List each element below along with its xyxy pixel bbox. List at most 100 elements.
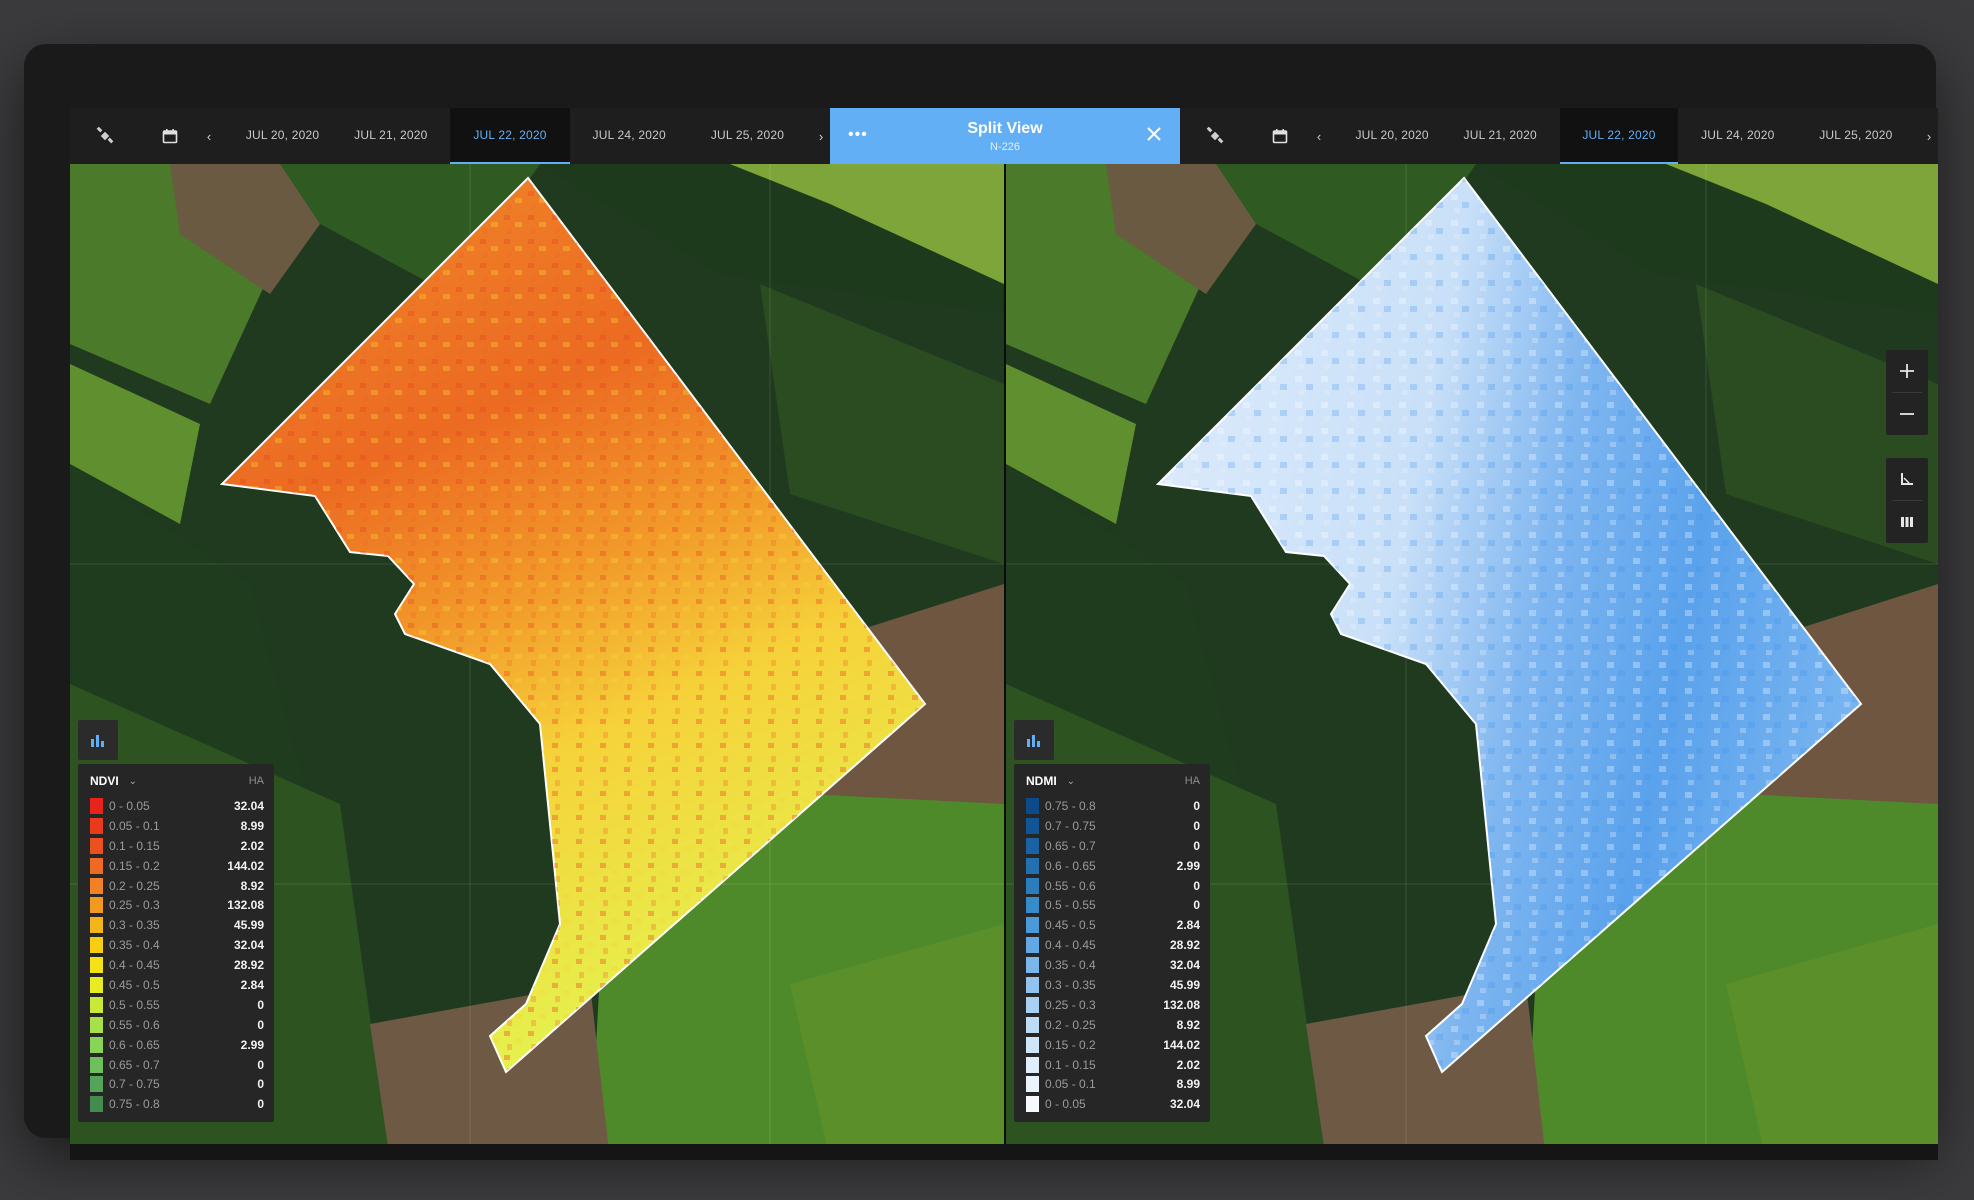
legend-area-value: 2.99 xyxy=(240,1037,264,1052)
plus-icon[interactable] xyxy=(1886,350,1928,392)
date-tab[interactable]: JUL 24, 2020 xyxy=(1678,108,1797,164)
legend-swatch xyxy=(1026,1056,1039,1073)
legend-swatch xyxy=(1026,857,1039,874)
legend-toggle-button[interactable] xyxy=(1014,720,1054,760)
legend-range: 0.6 - 0.65 xyxy=(109,1037,160,1052)
ndvi-legend: NDVI ⌄ HA 0 - 0.05 32.04 0.05 - 0.1 8.99 0.1… xyxy=(78,764,274,1123)
date-tab[interactable]: JUL 25, 2020 xyxy=(689,108,830,164)
legend-row: 0.4 - 0.45 28.92 xyxy=(1026,935,1200,955)
legend-area-value: 8.99 xyxy=(1176,1077,1200,1092)
date-tab[interactable]: JUL 21, 2020 xyxy=(331,108,450,164)
close-icon[interactable] xyxy=(1144,124,1164,144)
legend-range: 0.55 - 0.6 xyxy=(1045,878,1096,893)
unit-label: HA xyxy=(248,775,264,787)
legend-area-value: 32.04 xyxy=(1169,1097,1200,1112)
legend-row: 0.5 - 0.55 0 xyxy=(1026,895,1200,915)
legend-area-value: 0 xyxy=(1193,878,1200,893)
legend-range: 0.15 - 0.2 xyxy=(109,858,160,873)
legend-swatch xyxy=(1026,877,1039,894)
legend-row: 0.35 - 0.4 32.04 xyxy=(1026,955,1200,975)
calendar-icon[interactable] xyxy=(140,108,200,164)
ruler-icon[interactable] xyxy=(1886,458,1928,500)
legend-row: 0.75 - 0.8 0 xyxy=(90,1094,264,1114)
legend-swatch xyxy=(1026,837,1039,854)
legend-area-value: 2.02 xyxy=(1176,1057,1200,1072)
legend-area-value: 2.84 xyxy=(240,977,264,992)
legend-row: 0.15 - 0.2 144.02 xyxy=(1026,1035,1200,1055)
legend-area-value: 45.99 xyxy=(233,918,264,933)
legend-row: 0.4 - 0.45 28.92 xyxy=(90,955,264,975)
zoom-controls xyxy=(1886,350,1928,435)
legend-swatch xyxy=(90,1056,103,1073)
split-view-title: Split View xyxy=(967,120,1043,137)
legend-range: 0.5 - 0.55 xyxy=(109,997,160,1012)
legend-row: 0.3 - 0.35 45.99 xyxy=(1026,975,1200,995)
legend-rows: 0.75 - 0.8 0 0.7 - 0.75 0 0.65 - 0.7 0 0.6 - 0… xyxy=(1026,796,1200,1114)
date-tabs: JUL 20, 2020 JUL 21, 2020 JUL 22, 2020 J… xyxy=(1310,108,1938,164)
legend-area-value: 132.08 xyxy=(227,898,264,913)
legend-area-value: 0 xyxy=(257,997,264,1012)
index-selector[interactable]: NDVI ⌄ xyxy=(90,774,137,788)
chevron-down-icon: ⌄ xyxy=(128,775,138,787)
legend-row: 0.45 - 0.5 2.84 xyxy=(1026,915,1200,935)
legend-swatch xyxy=(90,1076,103,1093)
legend-area-value: 144.02 xyxy=(227,858,264,873)
legend-range: 0.2 - 0.25 xyxy=(109,878,160,893)
unit-label: HA xyxy=(1184,775,1200,787)
legend-toggle-button[interactable] xyxy=(78,720,118,760)
chevron-right-icon[interactable]: › xyxy=(1920,108,1938,164)
legend-swatch xyxy=(1026,817,1039,834)
legend-swatch xyxy=(90,957,103,974)
calendar-icon[interactable] xyxy=(1250,108,1310,164)
legend-row: 0.05 - 0.1 8.99 xyxy=(1026,1074,1200,1094)
legend-swatch xyxy=(1026,797,1039,814)
legend-row: 0.6 - 0.65 2.99 xyxy=(1026,856,1200,876)
legend-swatch xyxy=(90,877,103,894)
legend-area-value: 32.04 xyxy=(233,938,264,953)
app-screen: JUL 20, 2020 JUL 21, 2020 JUL 22, 2020 J… xyxy=(70,108,1938,1160)
legend-range: 0 - 0.05 xyxy=(1045,1097,1086,1112)
date-tab[interactable]: JUL 25, 2020 xyxy=(1797,108,1938,164)
legend-area-value: 0 xyxy=(1193,798,1200,813)
date-tab-active[interactable]: JUL 22, 2020 xyxy=(450,108,570,164)
legend-range: 0.75 - 0.8 xyxy=(109,1097,160,1112)
tool-controls xyxy=(1886,458,1928,543)
chevron-left-icon[interactable]: ‹ xyxy=(1310,108,1328,164)
ndvi-map-pane[interactable]: NDVI ⌄ HA 0 - 0.05 32.04 0.05 - 0.1 8.99 0.1… xyxy=(70,164,1004,1160)
legend-rows: 0 - 0.05 32.04 0.05 - 0.1 8.99 0.1 - 0.15 2.0… xyxy=(90,796,264,1114)
legend-range: 0.4 - 0.45 xyxy=(1045,938,1096,953)
legend-row: 0.35 - 0.4 32.04 xyxy=(90,935,264,955)
legend-range: 0.2 - 0.25 xyxy=(1045,1017,1096,1032)
legend-row: 0.1 - 0.15 2.02 xyxy=(1026,1055,1200,1075)
index-name: NDVI xyxy=(90,774,119,788)
date-tab[interactable]: JUL 20, 2020 xyxy=(200,108,331,164)
legend-range: 0.4 - 0.45 xyxy=(109,958,160,973)
legend-range: 0.35 - 0.4 xyxy=(1045,958,1096,973)
chevron-right-icon[interactable]: › xyxy=(812,108,830,164)
date-tab[interactable]: JUL 21, 2020 xyxy=(1441,108,1560,164)
legend-area-value: 32.04 xyxy=(1169,958,1200,973)
satellite-icon[interactable] xyxy=(70,108,140,164)
legend-swatch xyxy=(90,1096,103,1113)
ndmi-map-pane[interactable]: NDMI ⌄ HA 0.75 - 0.8 0 0.7 - 0.75 0 0.65 - 0… xyxy=(1006,164,1938,1160)
layers-icon[interactable] xyxy=(1886,501,1928,543)
legend-swatch xyxy=(1026,996,1039,1013)
date-tab[interactable]: JUL 24, 2020 xyxy=(570,108,689,164)
date-tab-active[interactable]: JUL 22, 2020 xyxy=(1559,108,1679,164)
legend-area-value: 45.99 xyxy=(1169,977,1200,992)
chevron-left-icon[interactable]: ‹ xyxy=(200,108,218,164)
legend-range: 0.7 - 0.75 xyxy=(1045,818,1096,833)
legend-row: 0.5 - 0.55 0 xyxy=(90,995,264,1015)
satellite-icon[interactable] xyxy=(1180,108,1250,164)
legend-range: 0.5 - 0.55 xyxy=(1045,898,1096,913)
legend-area-value: 28.92 xyxy=(1169,938,1200,953)
legend-row: 0.75 - 0.8 0 xyxy=(1026,796,1200,816)
legend-range: 0.45 - 0.5 xyxy=(1045,918,1096,933)
legend-range: 0.45 - 0.5 xyxy=(109,977,160,992)
legend-row: 0.15 - 0.2 144.02 xyxy=(90,856,264,876)
index-selector[interactable]: NDMI ⌄ xyxy=(1026,774,1075,788)
minus-icon[interactable] xyxy=(1886,393,1928,435)
legend-swatch xyxy=(90,897,103,914)
date-tabs: JUL 20, 2020 JUL 21, 2020 JUL 22, 2020 J… xyxy=(200,108,830,164)
date-tab[interactable]: JUL 20, 2020 xyxy=(1310,108,1441,164)
